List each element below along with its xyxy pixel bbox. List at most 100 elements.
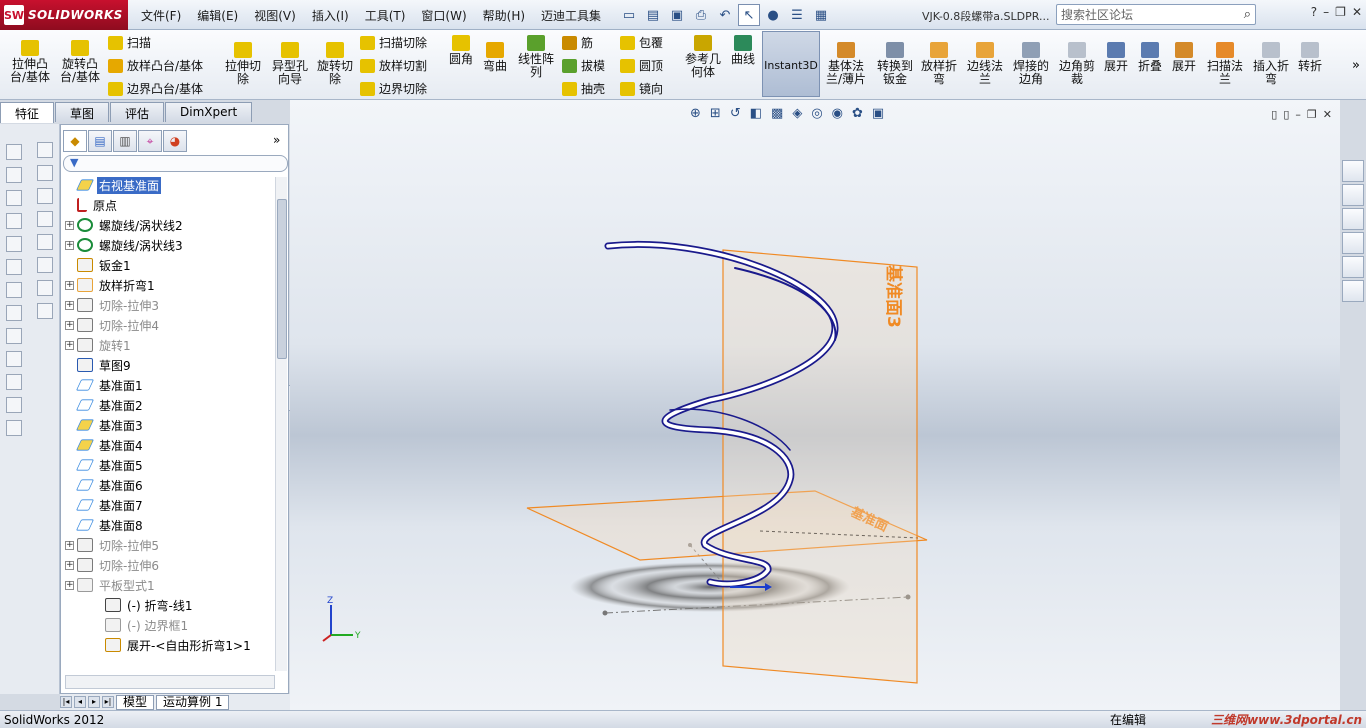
move-entities-icon[interactable] [6, 374, 22, 390]
tree-node[interactable]: + 切除-拉伸6 [65, 555, 273, 575]
expand-icon[interactable]: + [65, 580, 74, 590]
edit-sketch-icon[interactable] [6, 328, 22, 344]
view-box-icon[interactable] [37, 303, 53, 319]
ribbon-mirror-button[interactable]: 镜向 [620, 80, 663, 97]
menu-insert[interactable]: 插入(I) [305, 5, 356, 26]
tree-node[interactable]: 基准面6 [65, 475, 273, 495]
view-box-icon[interactable] [37, 234, 53, 250]
ribbon-lofted-cut-button[interactable]: 放样切割 [360, 57, 427, 74]
section-properties-icon[interactable] [6, 259, 22, 275]
resources-icon[interactable] [1342, 160, 1364, 182]
tree-node[interactable]: 草图9 [65, 355, 273, 375]
ribbon-flatten-button[interactable]: 展开 [1170, 42, 1198, 73]
ribbon-welded-corner-button[interactable]: 焊接的 边角 [1010, 42, 1052, 86]
note-icon[interactable] [6, 167, 22, 183]
search-input[interactable]: 搜索社区论坛 [1061, 6, 1133, 23]
view-box-icon[interactable] [37, 142, 53, 158]
tree-node[interactable]: 基准面8 [65, 515, 273, 535]
tree-node[interactable]: 基准面3 [65, 415, 273, 435]
ribbon-curves-button[interactable]: 曲线 [728, 35, 758, 66]
open-file-icon[interactable]: ▤ [642, 4, 664, 26]
mass-properties-icon[interactable] [6, 236, 22, 252]
expand-icon[interactable]: + [65, 560, 74, 570]
check-icon[interactable] [6, 282, 22, 298]
menu-maidi-tools[interactable]: 迈迪工具集 [534, 5, 608, 26]
menu-window[interactable]: 窗口(W) [414, 5, 473, 26]
ribbon-convert-sheetmetal-button[interactable]: 转换到 钣金 [873, 42, 917, 86]
instant3d-button[interactable]: Instant3D [762, 31, 820, 97]
tree-node[interactable]: + 螺旋线/涡状线3 [65, 235, 273, 255]
ribbon-revolved-boss-button[interactable]: 旋转凸 台/基体 [58, 40, 102, 84]
tree-node[interactable]: + 放样折弯1 [65, 275, 273, 295]
property-manager-tab[interactable]: ▤ [88, 130, 112, 152]
ribbon-extruded-boss-button[interactable]: 拉伸凸 台/基体 [8, 40, 52, 84]
tree-node[interactable]: + 平板型式1 [65, 575, 273, 595]
ribbon-corner-trim-button[interactable]: 边角剪 裁 [1056, 42, 1098, 86]
file-properties-icon[interactable]: ☰ [786, 4, 808, 26]
prev-tab-arrow[interactable]: ◂ [74, 696, 86, 708]
tree-node[interactable]: + 旋转1 [65, 335, 273, 355]
tab-sketch[interactable]: 草图 [55, 102, 110, 122]
tree-node[interactable]: 钣金1 [65, 255, 273, 275]
view-box-icon[interactable] [37, 188, 53, 204]
ribbon-swept-cut-button[interactable]: 扫描切除 [360, 34, 427, 51]
configuration-manager-tab[interactable]: ▥ [113, 130, 137, 152]
graphics-viewport[interactable]: ⊕ ⊞ ↺ ◧ ▩ ◈ ◎ ◉ ✿ ▣ ▯ ▯ – ❐ ✕ 基准面 基准面3 Z… [290, 100, 1340, 710]
tree-node[interactable]: + 切除-拉伸3 [65, 295, 273, 315]
display-manager-tab[interactable]: ◕ [163, 130, 187, 152]
ribbon-rib-button[interactable]: 筋 [562, 34, 593, 51]
ribbon-lofted-boss-button[interactable]: 放样凸台/基体 [108, 57, 203, 74]
tab-evaluate[interactable]: 评估 [110, 102, 165, 122]
tree-node[interactable]: (-) 边界框1 [65, 615, 273, 635]
expand-icon[interactable]: + [65, 300, 74, 310]
ribbon-base-flange-button[interactable]: 基体法 兰/薄片 [824, 42, 868, 86]
menu-help[interactable]: 帮助(H) [476, 5, 532, 26]
ribbon-sweep-button[interactable]: 扫描 [108, 34, 151, 51]
menu-tools[interactable]: 工具(T) [358, 5, 413, 26]
ribbon-draft-button[interactable]: 拔模 [562, 57, 605, 74]
tree-vertical-scrollbar[interactable] [275, 177, 287, 671]
tree-node[interactable]: 基准面7 [65, 495, 273, 515]
ribbon-hole-wizard-button[interactable]: 异型孔 向导 [268, 42, 312, 86]
quick-snaps-icon[interactable] [6, 351, 22, 367]
ribbon-shell-button[interactable]: 抽壳 [562, 80, 605, 97]
save-icon[interactable]: ▣ [666, 4, 688, 26]
view-box-icon[interactable] [37, 211, 53, 227]
next-tab-arrow[interactable]: ▸ [88, 696, 100, 708]
ribbon-lofted-bend-button[interactable]: 放样折 弯 [918, 42, 960, 86]
expand-icon[interactable]: + [65, 320, 74, 330]
tab-motion-study[interactable]: 运动算例 1 [156, 694, 230, 710]
search-box[interactable]: 搜索社区论坛 ⌕ [1056, 4, 1256, 25]
ribbon-reference-geometry-button[interactable]: 参考几 何体 [682, 35, 724, 79]
offset-entities-icon[interactable] [6, 420, 22, 436]
tab-model[interactable]: 模型 [116, 694, 155, 710]
solidworks-logo[interactable]: SW SOLIDWORKS [0, 0, 128, 30]
search-icon[interactable]: ⌕ [1244, 7, 1251, 22]
tree-node[interactable]: (-) 折弯-线1 [65, 595, 273, 615]
tree-node[interactable]: 基准面2 [65, 395, 273, 415]
model-graphics[interactable]: 基准面 基准面3 Z Y [290, 100, 1340, 710]
ribbon-swept-flange-button[interactable]: 扫描法 兰 [1204, 42, 1246, 86]
ribbon-fold-button[interactable]: 折叠 [1136, 42, 1164, 73]
tree-horizontal-scrollbar[interactable] [65, 675, 275, 689]
ribbon-insert-bends-button[interactable]: 插入折 弯 [1250, 42, 1292, 86]
scroll-thumb[interactable] [277, 199, 287, 359]
expand-icon[interactable]: + [65, 280, 74, 290]
tree-node[interactable]: + 切除-拉伸4 [65, 315, 273, 335]
appearances-scenes-icon[interactable] [1342, 256, 1364, 278]
smart-dimension-icon[interactable] [6, 144, 22, 160]
feature-manager-tab[interactable]: ◆ [63, 130, 87, 152]
dimxpert-manager-tab[interactable]: ⌖ [138, 130, 162, 152]
close-button[interactable]: ✕ [1352, 5, 1362, 19]
menu-edit[interactable]: 编辑(E) [190, 5, 245, 26]
ribbon-edge-flange-button[interactable]: 边线法 兰 [964, 42, 1006, 86]
tree-filter[interactable]: ▼ [63, 155, 288, 172]
tree-node[interactable]: + 螺旋线/涡状线2 [65, 215, 273, 235]
expand-icon[interactable]: + [65, 340, 74, 350]
undo-icon[interactable]: ↶ [714, 4, 736, 26]
expand-icon[interactable]: + [65, 540, 74, 550]
menu-view[interactable]: 视图(V) [247, 5, 303, 26]
help-button[interactable]: ? [1311, 5, 1317, 19]
tree-node[interactable]: + 切除-拉伸5 [65, 535, 273, 555]
tree-node[interactable]: 原点 [65, 195, 273, 215]
